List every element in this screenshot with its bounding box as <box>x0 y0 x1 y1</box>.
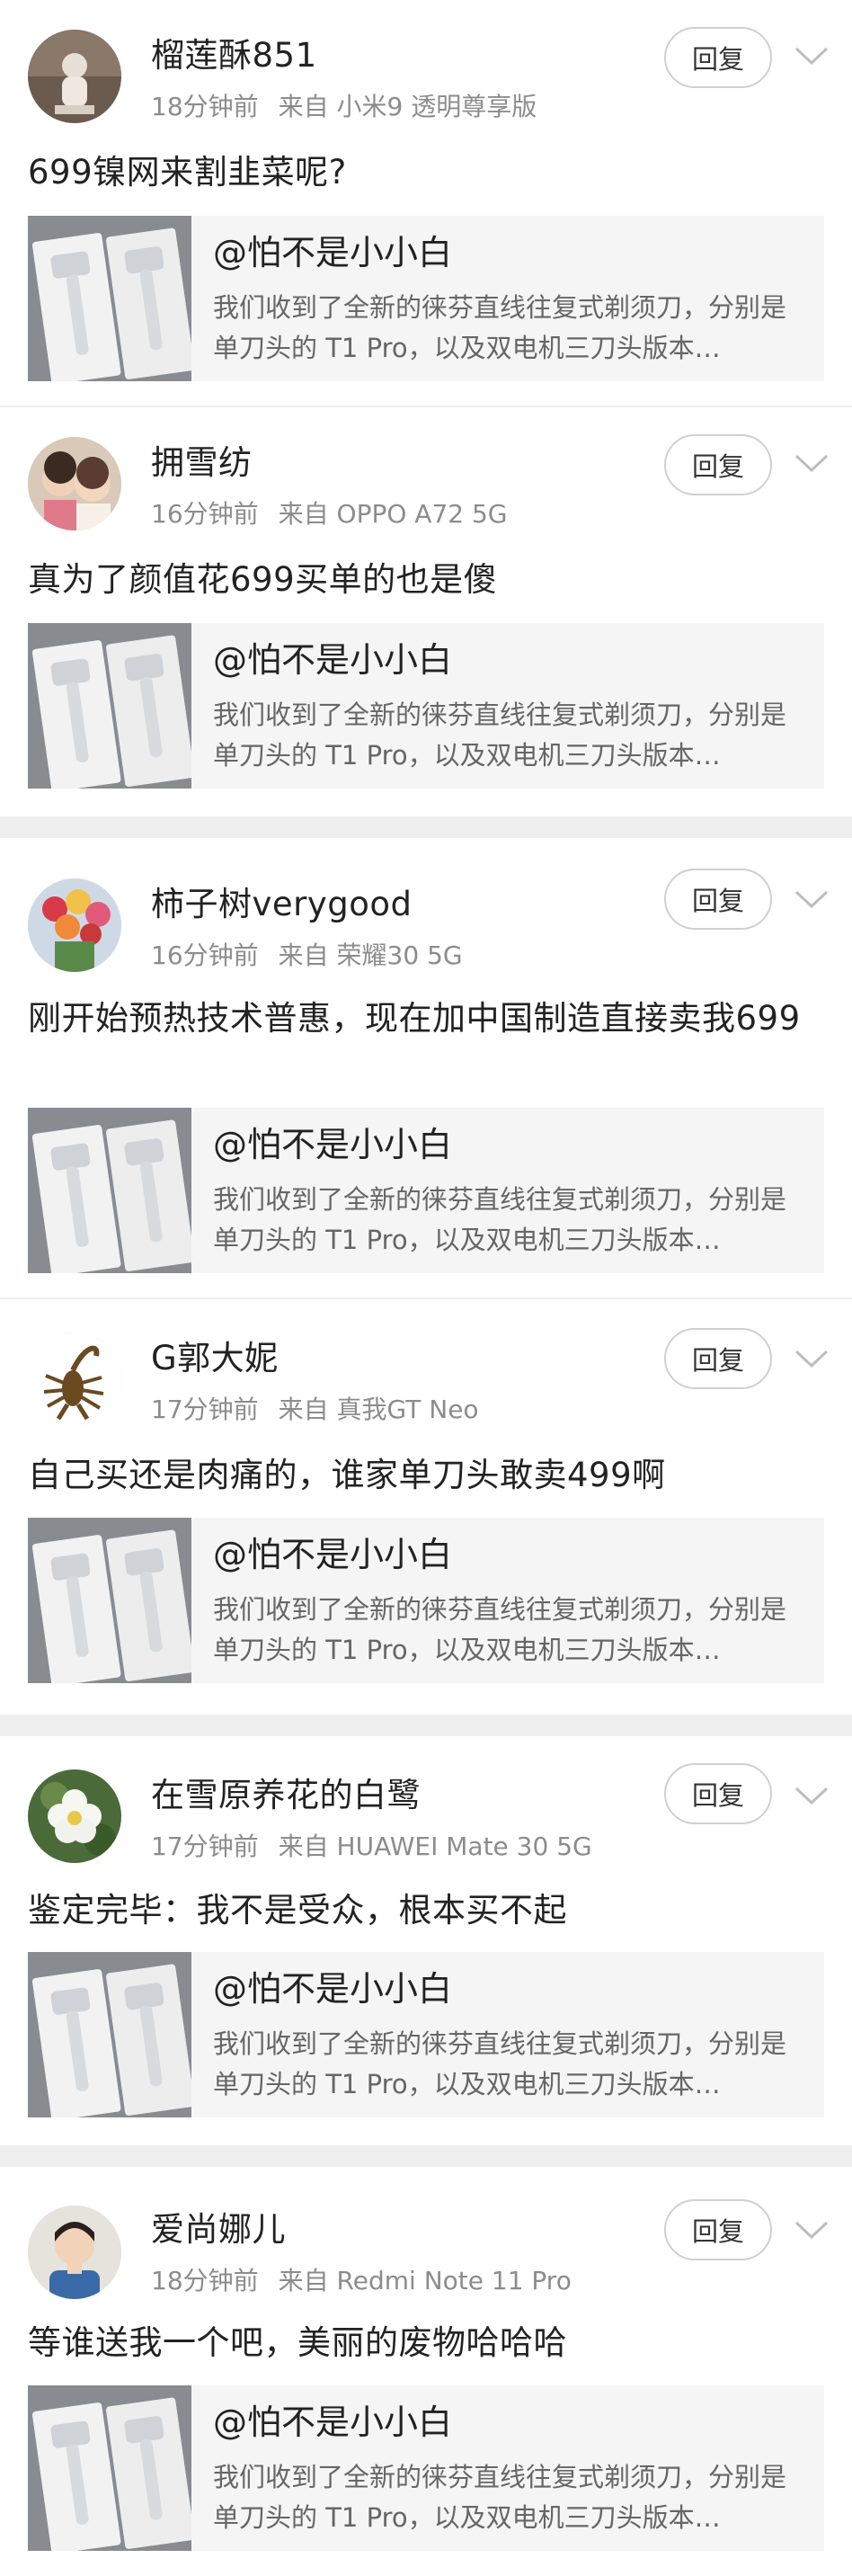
chevron-down-icon[interactable] <box>794 2219 830 2241</box>
quoted-text: 我们收到了全新的徕芬直线往复式剃须刀，分别是单刀头的 T1 Pro，以及双电机三… <box>213 292 787 363</box>
quoted-post-card[interactable]: @怕不是小小白 我们收到了全新的徕芬直线往复式剃须刀，分别是单刀头的 T1 Pr… <box>28 1518 824 1683</box>
figurine-avatar-icon[interactable] <box>28 30 121 123</box>
razor-thumbnail-image <box>28 1518 191 1683</box>
device-source: 来自 OPPO A72 5G <box>278 499 508 529</box>
reply-button[interactable]: 回复 <box>664 869 772 930</box>
quoted-post-card[interactable]: @怕不是小小白 我们收到了全新的徕芬直线往复式剃须刀，分别是单刀头的 T1 Pr… <box>28 623 824 789</box>
username[interactable]: G郭大妮 <box>151 1339 279 1378</box>
comment-item: G郭大妮 17分钟前 来自 真我GT Neo 回复 自己买还是肉痛的，谁家单刀头敢… <box>0 1299 852 1715</box>
comment-item: 拥雪纺 16分钟前 来自 OPPO A72 5G 回复 真为了颜值花699买单的也… <box>0 407 852 816</box>
quoted-mention: @怕不是小小白 <box>213 2402 453 2442</box>
quoted-text: 我们收到了全新的徕芬直线往复式剃须刀，分别是单刀头的 T1 Pro，以及双电机三… <box>213 2462 787 2533</box>
username[interactable]: 爱尚娜儿 <box>151 2210 286 2250</box>
username[interactable]: 拥雪纺 <box>151 443 253 483</box>
reply-button[interactable]: 回复 <box>664 1763 772 1824</box>
quoted-text: 我们收到了全新的徕芬直线往复式剃须刀，分别是单刀头的 T1 Pro，以及双电机三… <box>213 1594 787 1665</box>
comment-item: 在雪原养花的白鹭 17分钟前 来自 HUAWEI Mate 30 5G 回复 鉴定… <box>0 1736 852 2145</box>
comment-body: 699镍网来割韭菜呢? <box>28 153 347 192</box>
scorpion-avatar-icon[interactable] <box>28 1333 121 1426</box>
quoted-text: 我们收到了全新的徕芬直线往复式剃须刀，分别是单刀头的 T1 Pro，以及双电机三… <box>213 1184 787 1255</box>
section-divider <box>0 2145 852 2167</box>
timestamp: 18分钟前 <box>151 92 259 121</box>
timestamp: 18分钟前 <box>151 2266 259 2295</box>
comment-body: 真为了颜值花699买单的也是傻 <box>28 560 498 599</box>
timestamp: 17分钟前 <box>151 1395 259 1424</box>
username[interactable]: 在雪原养花的白鹭 <box>151 1776 421 1815</box>
quoted-mention: @怕不是小小白 <box>213 1125 453 1164</box>
device-source: 来自 荣耀30 5G <box>278 940 463 970</box>
comment-body: 等谁送我一个吧，美丽的废物哈哈哈 <box>28 2323 567 2362</box>
razor-thumbnail-image <box>28 1952 191 2117</box>
white-flower-avatar-icon[interactable] <box>28 1769 121 1863</box>
quoted-text: 我们收到了全新的徕芬直线往复式剃须刀，分别是单刀头的 T1 Pro，以及双电机三… <box>213 700 787 771</box>
section-divider <box>0 1715 852 1736</box>
quoted-post-card[interactable]: @怕不是小小白 我们收到了全新的徕芬直线往复式剃须刀，分别是单刀头的 T1 Pr… <box>28 1952 824 2117</box>
chevron-down-icon[interactable] <box>794 45 830 67</box>
razor-thumbnail-image <box>28 2385 191 2551</box>
device-source: 来自 小米9 透明尊享版 <box>278 92 537 121</box>
comment-meta: 16分钟前 来自 OPPO A72 5G <box>151 499 508 530</box>
quoted-mention: @怕不是小小白 <box>213 233 453 272</box>
device-source: 来自 HUAWEI Mate 30 5G <box>278 1832 592 1861</box>
comment-meta: 17分钟前 来自 HUAWEI Mate 30 5G <box>151 1832 592 1862</box>
device-source: 来自 Redmi Note 11 Pro <box>278 2266 572 2295</box>
chevron-down-icon[interactable] <box>794 888 830 910</box>
reply-button[interactable]: 回复 <box>664 27 772 88</box>
kids-photo-avatar-icon[interactable] <box>28 437 121 530</box>
timestamp: 16分钟前 <box>151 499 259 529</box>
quoted-mention: @怕不是小小白 <box>213 1535 453 1574</box>
chevron-down-icon[interactable] <box>794 1785 830 1806</box>
razor-thumbnail-image <box>28 216 191 381</box>
timestamp: 17分钟前 <box>151 1832 259 1861</box>
comment-meta: 18分钟前 来自 小米9 透明尊享版 <box>151 92 537 122</box>
comment-meta: 16分钟前 来自 荣耀30 5G <box>151 940 463 971</box>
quoted-text: 我们收到了全新的徕芬直线往复式剃须刀，分别是单刀头的 T1 Pro，以及双电机三… <box>213 2028 787 2099</box>
reply-button[interactable]: 回复 <box>664 2199 772 2260</box>
flower-bouquet-avatar-icon[interactable] <box>28 878 121 972</box>
comment-body: 自己买还是肉痛的，谁家单刀头敢卖499啊 <box>28 1456 666 1494</box>
quoted-post-card[interactable]: @怕不是小小白 我们收到了全新的徕芬直线往复式剃须刀，分别是单刀头的 T1 Pr… <box>28 2385 824 2551</box>
chevron-down-icon[interactable] <box>794 1348 830 1369</box>
person-portrait-avatar-icon[interactable] <box>28 2206 121 2299</box>
username[interactable]: 榴莲酥851 <box>151 36 317 76</box>
timestamp: 16分钟前 <box>151 940 259 970</box>
username[interactable]: 柿子树verygood <box>151 885 413 924</box>
comment-body: 刚开始预热技术普惠，现在加中国制造直接卖我699 <box>28 999 801 1038</box>
quoted-post-card[interactable]: @怕不是小小白 我们收到了全新的徕芬直线往复式剃须刀，分别是单刀头的 T1 Pr… <box>28 216 824 381</box>
section-divider <box>0 816 852 838</box>
device-source: 来自 真我GT Neo <box>278 1395 479 1424</box>
quoted-post-card[interactable]: @怕不是小小白 我们收到了全新的徕芬直线往复式剃须刀，分别是单刀头的 T1 Pr… <box>28 1108 824 1273</box>
comment-feed: 榴莲酥851 18分钟前 来自 小米9 透明尊享版 回复 699镍网来割韭菜呢? … <box>0 0 852 2576</box>
razor-thumbnail-image <box>28 623 191 789</box>
chevron-down-icon[interactable] <box>794 452 830 474</box>
reply-button[interactable]: 回复 <box>664 434 772 495</box>
quoted-mention: @怕不是小小白 <box>213 640 453 680</box>
comment-meta: 18分钟前 来自 Redmi Note 11 Pro <box>151 2266 572 2296</box>
quoted-mention: @怕不是小小白 <box>213 1969 453 2009</box>
reply-button[interactable]: 回复 <box>664 1328 772 1389</box>
comment-meta: 17分钟前 来自 真我GT Neo <box>151 1395 479 1425</box>
comment-item: 柿子树verygood 16分钟前 来自 荣耀30 5G 回复 刚开始预热技术普惠… <box>0 838 852 1298</box>
comment-item: 榴莲酥851 18分钟前 来自 小米9 透明尊享版 回复 699镍网来割韭菜呢? … <box>0 0 852 406</box>
comment-body: 鉴定完毕：我不是受众，根本买不起 <box>28 1891 567 1930</box>
razor-thumbnail-image <box>28 1108 191 1273</box>
comment-item: 爱尚娜儿 18分钟前 来自 Redmi Note 11 Pro 回复 等谁送我一个… <box>0 2167 852 2576</box>
